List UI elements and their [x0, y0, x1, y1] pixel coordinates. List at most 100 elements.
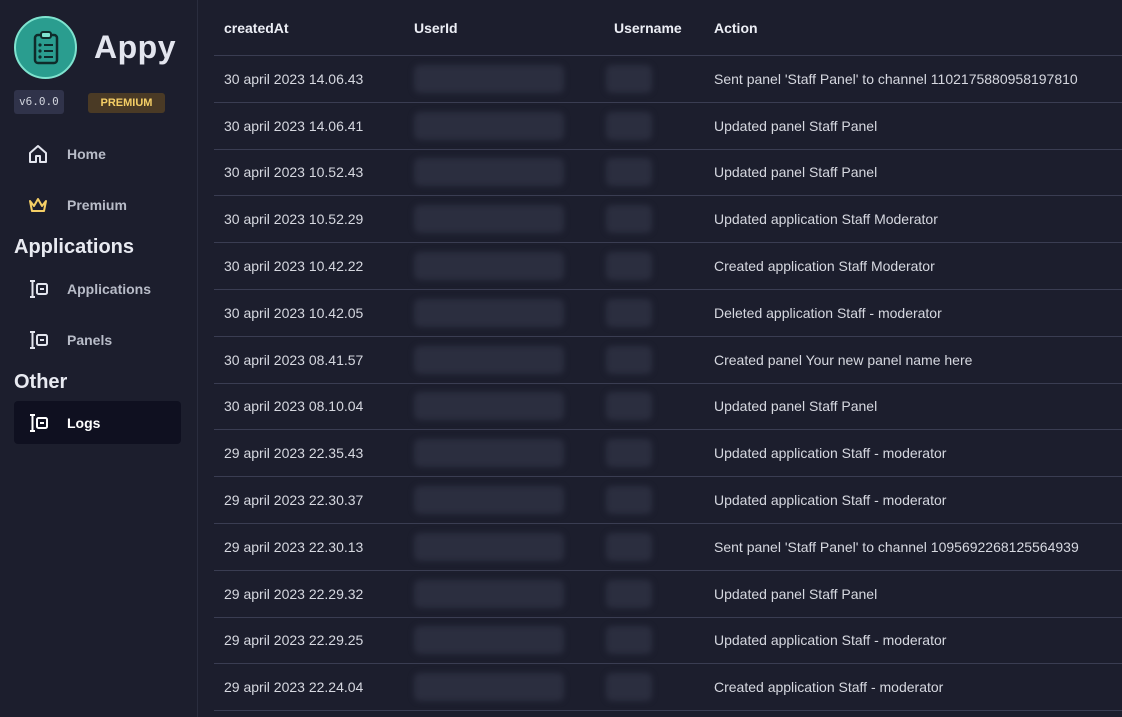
cell-user-id — [414, 158, 614, 187]
cell-user-id — [414, 673, 614, 702]
cell-username — [606, 392, 714, 421]
cell-username — [606, 673, 714, 702]
sidebar-item-premium[interactable]: Premium — [14, 183, 181, 226]
redacted-user-id — [414, 392, 564, 421]
cell-action: Updated application Staff - moderator — [714, 632, 947, 649]
table-row[interactable]: 29 april 2023 22.29.32 Updated panel Staf… — [214, 571, 1122, 618]
cell-user-id — [414, 111, 614, 140]
cell-created-at: 30 april 2023 10.42.05 — [224, 304, 364, 321]
cell-action: Updated application Staff Moderator — [714, 211, 938, 228]
cell-username — [606, 626, 714, 655]
cell-action: Sent panel 'Staff Panel' to channel 1095… — [714, 538, 1079, 555]
cell-user-id — [414, 298, 614, 327]
redacted-username — [606, 579, 652, 608]
table-row[interactable]: 30 april 2023 10.52.29 Updated applicatio… — [214, 196, 1122, 244]
sidebar-item-label: Applications — [67, 280, 152, 297]
table-row[interactable]: 29 april 2023 22.30.13 Sent panel 'Staff … — [214, 524, 1122, 571]
table-row[interactable]: 29 april 2023 22.35.43 Updated applicatio… — [214, 430, 1122, 478]
cell-action: Updated panel Staff Panel — [714, 117, 878, 134]
redacted-user-id — [414, 205, 564, 234]
table-row[interactable]: 30 april 2023 10.42.22 Created applicatio… — [214, 243, 1122, 290]
redacted-user-id — [414, 64, 564, 93]
redacted-username — [606, 532, 652, 561]
redacted-user-id — [414, 486, 564, 515]
cell-user-id — [414, 532, 614, 561]
form-icon — [26, 277, 50, 301]
sidebar-item-panels[interactable]: Panels — [14, 318, 181, 361]
sidebar-item-home[interactable]: Home — [14, 132, 181, 175]
table-row[interactable]: 30 april 2023 08.41.57 Created panel Your… — [214, 337, 1122, 384]
cell-created-at: 30 april 2023 10.52.43 — [224, 164, 364, 181]
cell-action: Created application Staff - moderator — [714, 679, 944, 696]
redacted-username — [606, 392, 652, 421]
redacted-user-id — [414, 252, 564, 281]
column-header-username[interactable]: Username — [614, 20, 714, 36]
redacted-user-id — [414, 626, 564, 655]
brand: Appy — [14, 16, 176, 79]
cell-user-id — [414, 345, 614, 374]
table-row[interactable]: 29 april 2023 22.30.37 Updated applicatio… — [214, 477, 1122, 524]
cell-created-at: 30 april 2023 08.41.57 — [224, 351, 364, 368]
sidebar: Appy v6.0.0 PREMIUM Home Premium Applica… — [0, 0, 198, 717]
redacted-user-id — [414, 579, 564, 608]
cell-username — [606, 486, 714, 515]
redacted-user-id — [414, 158, 564, 187]
cell-user-id — [414, 486, 614, 515]
redacted-username — [606, 252, 652, 281]
redacted-username — [606, 158, 652, 187]
column-header-action[interactable]: Action — [714, 20, 1122, 36]
cell-action: Created panel Your new panel name here — [714, 351, 973, 368]
cell-user-id — [414, 439, 614, 468]
redacted-username — [606, 298, 652, 327]
home-icon — [26, 142, 50, 166]
table-row[interactable]: 30 april 2023 10.52.43 Updated panel Staf… — [214, 150, 1122, 197]
redacted-username — [606, 673, 652, 702]
cell-created-at: 29 april 2023 22.30.13 — [224, 538, 364, 555]
cell-user-id — [414, 579, 614, 608]
form-icon — [26, 411, 50, 435]
table-row[interactable]: 30 april 2023 14.06.43 Sent panel 'Staff … — [214, 56, 1122, 103]
clipboard-check-icon[interactable] — [14, 16, 77, 79]
redacted-username — [606, 111, 652, 140]
cell-username — [606, 439, 714, 468]
cell-action: Deleted application Staff - moderator — [714, 304, 942, 321]
version-badge: v6.0.0 — [14, 90, 64, 114]
table-row[interactable]: 29 april 2023 22.29.25 Updated applicatio… — [214, 618, 1122, 665]
table-row[interactable]: 30 april 2023 08.10.04 Updated panel Staf… — [214, 384, 1122, 431]
cell-action: Created application Staff Moderator — [714, 258, 935, 275]
cell-username — [606, 158, 714, 187]
redacted-username — [606, 486, 652, 515]
redacted-user-id — [414, 298, 564, 327]
cell-user-id — [414, 64, 614, 93]
sidebar-item-label: Home — [67, 145, 106, 162]
cell-user-id — [414, 392, 614, 421]
redacted-username — [606, 64, 652, 93]
sidebar-item-logs[interactable]: Logs — [14, 401, 181, 444]
cell-action: Updated application Staff - moderator — [714, 445, 947, 462]
cell-username — [606, 252, 714, 281]
logs-table: createdAt UserId Username Action 30 apri… — [214, 0, 1122, 712]
column-header-createdat[interactable]: createdAt — [214, 20, 414, 36]
cell-created-at: 30 april 2023 14.06.41 — [224, 117, 364, 134]
cell-action: Updated application Staff - moderator — [714, 492, 947, 509]
cell-user-id — [414, 626, 614, 655]
sidebar-item-label: Premium — [67, 196, 127, 213]
cell-created-at: 29 april 2023 22.30.37 — [224, 492, 364, 509]
cell-username — [606, 579, 714, 608]
table-header: createdAt UserId Username Action — [214, 0, 1122, 56]
table-row[interactable]: 30 april 2023 10.42.05 Deleted applicatio… — [214, 290, 1122, 337]
cell-username — [606, 64, 714, 93]
form-icon — [26, 328, 50, 352]
cell-created-at: 29 april 2023 22.29.32 — [224, 585, 364, 602]
redacted-user-id — [414, 439, 564, 468]
sidebar-item-applications[interactable]: Applications — [14, 267, 181, 310]
premium-badge: PREMIUM — [88, 93, 165, 113]
table-row[interactable]: 29 april 2023 22.24.04 Created applicatio… — [214, 664, 1122, 712]
cell-created-at: 30 april 2023 14.06.43 — [224, 70, 364, 87]
table-row[interactable]: 30 april 2023 14.06.41 Updated panel Staf… — [214, 103, 1122, 150]
crown-icon — [26, 193, 50, 217]
column-header-userid[interactable]: UserId — [414, 20, 614, 36]
cell-username — [606, 532, 714, 561]
cell-created-at: 30 april 2023 10.52.29 — [224, 211, 364, 228]
cell-created-at: 29 april 2023 22.35.43 — [224, 445, 364, 462]
